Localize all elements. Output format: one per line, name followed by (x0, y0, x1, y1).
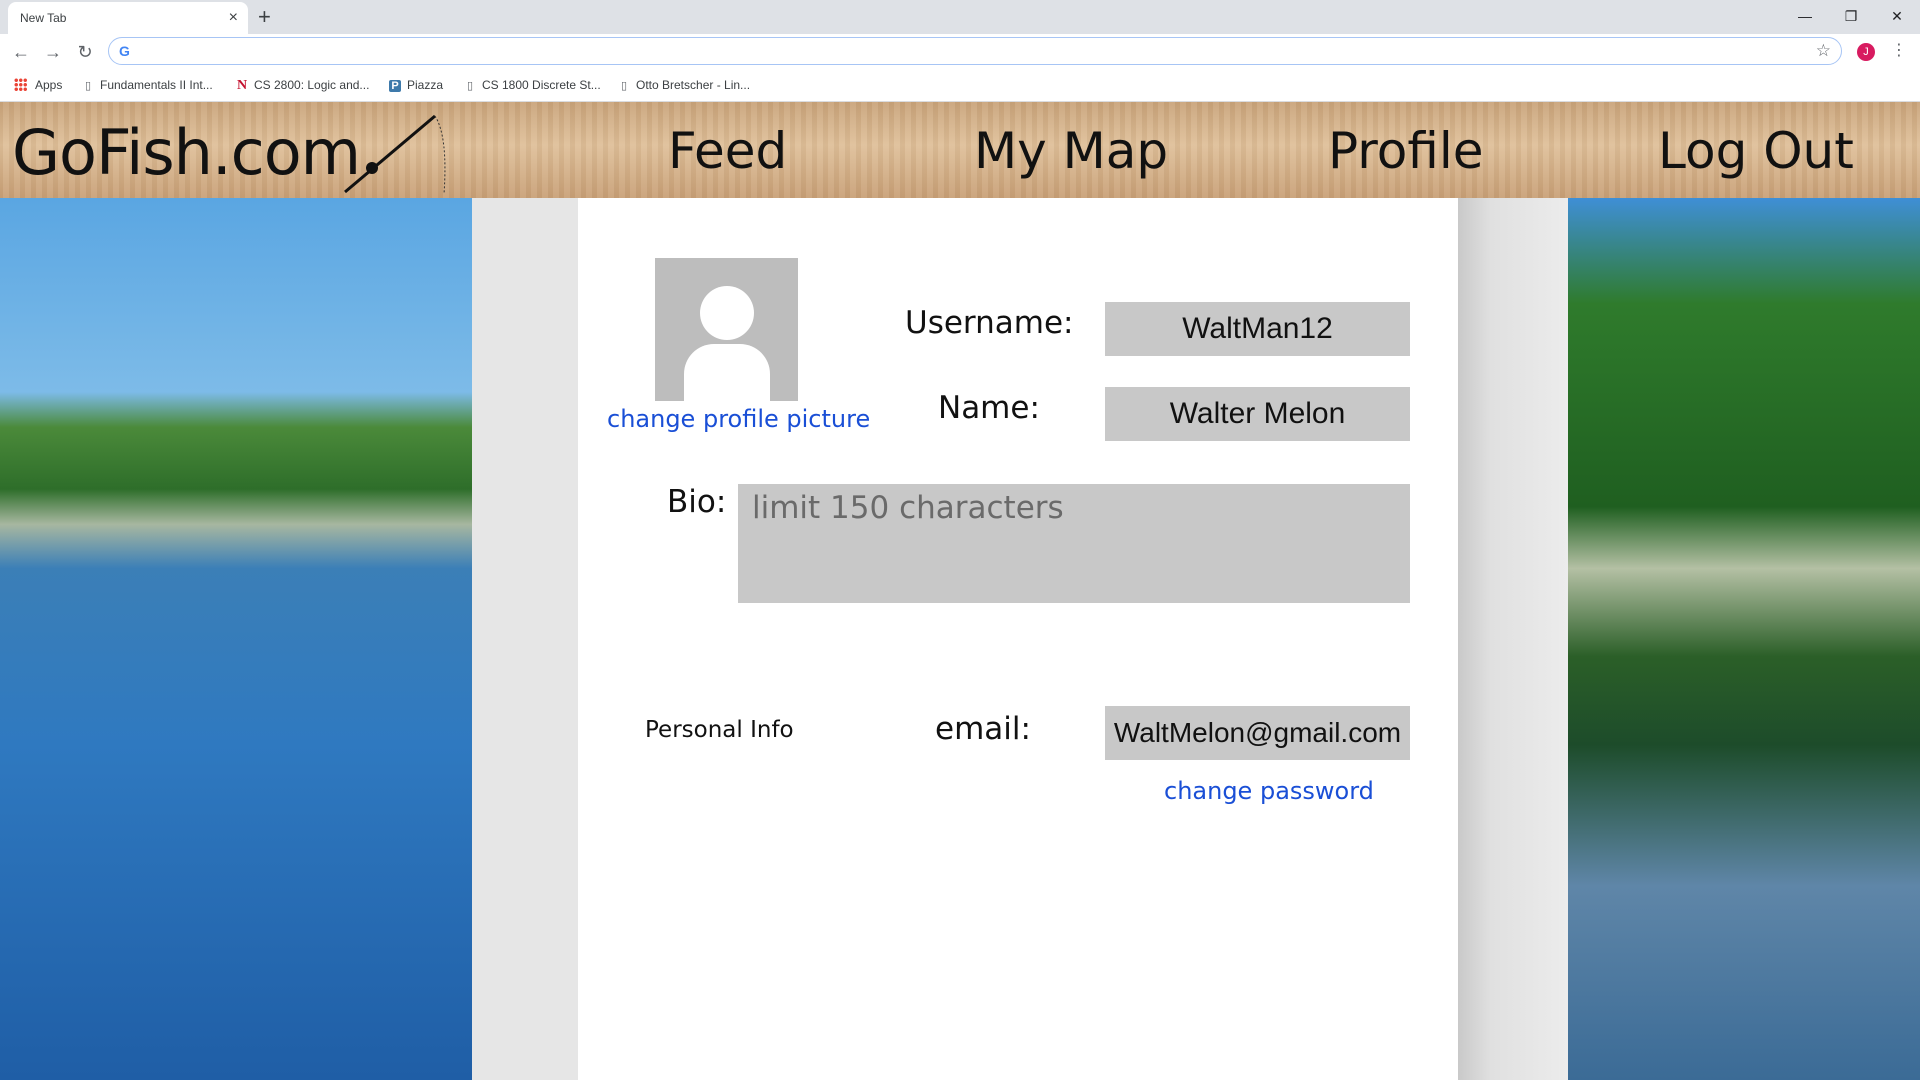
bio-label: Bio: (667, 484, 727, 520)
page-icon: ▯ (466, 80, 474, 92)
page-icon: ▯ (620, 80, 628, 92)
bookmark-label: CS 1800 Discrete St... (482, 78, 601, 92)
nav-my-map[interactable]: My Map (974, 122, 1168, 180)
card-side-panel-left (472, 198, 578, 1080)
bookmark-piazza[interactable]: P Piazza (389, 78, 443, 92)
change-profile-picture-link[interactable]: change profile picture (607, 405, 870, 433)
bookmark-cs1800[interactable]: ▯ CS 1800 Discrete St... (464, 78, 601, 92)
bookmark-label: CS 2800: Logic and... (254, 78, 370, 92)
nav-profile[interactable]: Profile (1328, 122, 1483, 180)
piazza-icon: P (389, 80, 401, 92)
n-logo-icon: N (236, 78, 248, 93)
site-header: GoFish.com Feed My Map Profile Log Out (0, 102, 1920, 198)
forward-arrow-icon[interactable]: → (41, 40, 65, 64)
email-field[interactable]: WaltMelon@gmail.com (1105, 706, 1410, 760)
browser-menu-icon[interactable]: ⋮ (1891, 41, 1907, 61)
bookmarks-bar: Apps ▯ Fundamentals II Int... N CS 2800: L… (0, 70, 1920, 102)
name-label: Name: (938, 390, 1040, 426)
email-label: email: (935, 711, 1031, 747)
google-g-icon: G (119, 43, 130, 59)
bookmark-cs2800[interactable]: N CS 2800: Logic and... (236, 78, 369, 94)
nav-log-out[interactable]: Log Out (1658, 122, 1854, 180)
page-icon: ▯ (84, 80, 92, 92)
back-arrow-icon[interactable]: ← (9, 40, 33, 64)
avatar-head-shape (700, 286, 754, 340)
fishing-rod-icon (344, 114, 446, 195)
avatar (655, 258, 798, 401)
new-tab-button[interactable]: + (258, 3, 271, 31)
tab-close-icon[interactable]: × (229, 8, 238, 28)
change-password-link[interactable]: change password (1164, 777, 1374, 805)
bookmark-label: Fundamentals II Int... (100, 78, 213, 92)
bookmark-otto-bretscher[interactable]: ▯ Otto Bretscher - Lin... (618, 78, 750, 92)
tab-title: New Tab (20, 11, 67, 25)
username-field[interactable]: WaltMan12 (1105, 302, 1410, 356)
lake-background-left (0, 198, 472, 1080)
bookmark-apps[interactable]: Apps (14, 78, 62, 92)
card-side-panel-right (1458, 198, 1568, 1080)
bookmark-star-icon[interactable]: ☆ (1816, 41, 1831, 61)
site-logo-text[interactable]: GoFish.com (12, 116, 361, 189)
avatar-body-shape (684, 344, 770, 401)
apps-grid-icon (14, 78, 27, 91)
username-label: Username: (905, 305, 1074, 341)
reload-icon[interactable]: ↻ (73, 40, 97, 64)
address-bar[interactable]: G ☆ (108, 37, 1842, 65)
browser-toolbar: ← → ↻ G ☆ J ⋮ (0, 34, 1920, 70)
bookmark-fundamentals[interactable]: ▯ Fundamentals II Int... (82, 78, 213, 92)
bio-textarea[interactable]: limit 150 characters (738, 484, 1410, 603)
lake-background-right (1568, 198, 1920, 1080)
close-window-button[interactable]: ✕ (1882, 4, 1912, 28)
browser-tab[interactable]: New Tab × (8, 2, 248, 34)
restore-button[interactable]: ❐ (1836, 4, 1866, 28)
bookmark-label: Apps (35, 78, 63, 92)
personal-info-label: Personal Info (645, 717, 794, 743)
bookmark-label: Piazza (407, 78, 444, 92)
browser-tabstrip: New Tab × + — ❐ ✕ (0, 0, 1920, 34)
name-field[interactable]: Walter Melon (1105, 387, 1410, 441)
profile-avatar[interactable]: J (1857, 43, 1875, 61)
bookmark-label: Otto Bretscher - Lin... (636, 78, 751, 92)
nav-feed[interactable]: Feed (668, 122, 787, 180)
minimize-button[interactable]: — (1790, 4, 1820, 28)
